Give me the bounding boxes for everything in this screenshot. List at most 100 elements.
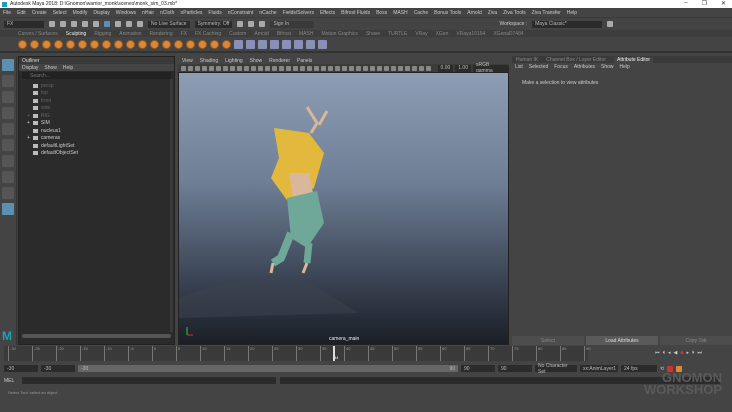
viewport-tool-icon[interactable]	[230, 65, 235, 71]
sculpt-brush-icon[interactable]	[198, 39, 207, 49]
shelf-tab-fx-caching[interactable]: FX Caching	[195, 31, 221, 37]
sculpt-brush-icon[interactable]	[54, 39, 63, 49]
shelf-tool-icon[interactable]	[318, 39, 327, 49]
viewport-tool-icon[interactable]	[328, 65, 333, 71]
character-set-dropdown[interactable]: No Character Set	[535, 363, 577, 375]
step-back-button[interactable]: ⏴	[663, 350, 666, 356]
outliner-item[interactable]: defaultObjectSet	[19, 150, 174, 158]
snap-point-icon[interactable]	[137, 21, 143, 27]
anim-end-field[interactable]: 90	[461, 365, 495, 372]
outliner-item[interactable]: defaultLightSet	[19, 142, 174, 150]
select-tool-icon[interactable]	[2, 59, 14, 71]
viewport-menu-lighting[interactable]: Lighting	[225, 58, 243, 64]
outliner-horizontal-scrollbar[interactable]	[22, 334, 171, 338]
shelf-tab-animation[interactable]: Animation	[119, 31, 141, 37]
shelf-tab-xgenad7484[interactable]: XGenaD7484	[493, 31, 523, 37]
close-button[interactable]: ✕	[721, 0, 726, 7]
viewport-tool-icon[interactable]	[321, 65, 326, 71]
outliner-item[interactable]: + SIM	[19, 120, 174, 128]
sculpt-brush-icon[interactable]	[150, 39, 159, 49]
sculpt-brush-icon[interactable]	[174, 39, 183, 49]
viewport-tool-icon[interactable]	[223, 65, 228, 71]
go-to-end-button[interactable]: ⏭	[697, 350, 702, 356]
menu-ncloth[interactable]: nCloth	[160, 10, 174, 16]
viewport-tool-icon[interactable]	[188, 65, 193, 71]
viewport-tool-icon[interactable]	[293, 65, 298, 71]
shelf-tab-rendering[interactable]: Rendering	[150, 31, 173, 37]
sculpt-brush-icon[interactable]	[18, 39, 27, 49]
outliner-search-input[interactable]: Search...	[22, 72, 171, 79]
end-time-field[interactable]: 90	[498, 365, 532, 372]
shelf-tab-arnold[interactable]: Arnold	[254, 31, 268, 37]
sculpt-brush-icon[interactable]	[114, 39, 123, 49]
prev-key-button[interactable]: ◂	[668, 350, 671, 356]
menu-ziva-tools[interactable]: Ziva Tools	[503, 10, 525, 16]
gamma-field[interactable]: 1.00	[455, 64, 471, 72]
open-scene-icon[interactable]	[60, 21, 66, 27]
snap-grid-icon[interactable]	[115, 21, 121, 27]
viewport-3d[interactable]: camera_main	[178, 72, 509, 345]
viewport-tool-icon[interactable]	[272, 65, 277, 71]
sculpt-brush-icon[interactable]	[102, 39, 111, 49]
viewport-tool-icon[interactable]	[265, 65, 270, 71]
menu-nhair[interactable]: nHair	[142, 10, 154, 16]
shelf-tab-curves-surfaces[interactable]: Curves / Surfaces	[18, 31, 58, 37]
viewport-tool-icon[interactable]	[258, 65, 263, 71]
attr-menu-focus[interactable]: Focus	[554, 64, 568, 70]
outliner-item[interactable]: top	[19, 90, 174, 98]
viewport-tool-icon[interactable]	[342, 65, 347, 71]
menu-fields-solvers[interactable]: Fields/Solvers	[283, 10, 314, 16]
viewport-tool-icon[interactable]	[363, 65, 368, 71]
viewport-menu-renderer[interactable]: Renderer	[269, 58, 290, 64]
rotate-tool-icon[interactable]	[2, 123, 14, 135]
snap-curve-icon[interactable]	[126, 21, 132, 27]
sculpt-brush-icon[interactable]	[78, 39, 87, 49]
step-forward-button[interactable]: ⏵	[692, 350, 695, 356]
shelf-tool-icon[interactable]	[270, 39, 279, 49]
viewport-tool-icon[interactable]	[405, 65, 410, 71]
menu-effects[interactable]: Effects	[320, 10, 335, 16]
tab-attribute-editor[interactable]: Attribute Editor	[614, 56, 654, 63]
menu-cache[interactable]: Cache	[414, 10, 428, 16]
viewport-tool-icon[interactable]	[349, 65, 354, 71]
outliner-menu-show[interactable]: Show	[44, 65, 57, 71]
menu-boss[interactable]: Boss	[376, 10, 387, 16]
attr-menu-show[interactable]: Show	[601, 64, 614, 70]
attr-menu-help[interactable]: Help	[620, 64, 630, 70]
single-pane-layout-icon[interactable]	[2, 171, 14, 183]
shelf-tab-mash[interactable]: MASH	[299, 31, 313, 37]
sculpt-brush-icon[interactable]	[90, 39, 99, 49]
tab-human-ik[interactable]: Human IK	[516, 57, 538, 63]
fps-dropdown[interactable]: 24 fps	[621, 365, 657, 372]
menu-help[interactable]: Help	[567, 10, 577, 16]
sculpt-brush-icon[interactable]	[30, 39, 39, 49]
viewport-tool-icon[interactable]	[391, 65, 396, 71]
tab-channel-box[interactable]: Channel Box / Layer Editor	[546, 57, 606, 63]
menu-nparticles[interactable]: nParticles	[180, 10, 202, 16]
menu-ziva[interactable]: Ziva	[488, 10, 497, 16]
viewport-tool-icon[interactable]	[384, 65, 389, 71]
menu-modify[interactable]: Modify	[73, 10, 88, 16]
menu-create[interactable]: Create	[32, 10, 47, 16]
viewport-tool-icon[interactable]	[370, 65, 375, 71]
menu-mash[interactable]: MASH	[393, 10, 407, 16]
render-settings-icon[interactable]	[259, 21, 266, 27]
shelf-tool-icon[interactable]	[306, 39, 315, 49]
play-backward-button[interactable]: ◀	[674, 350, 678, 356]
workspace-dropdown[interactable]: Maya Classic*	[532, 20, 603, 28]
outliner-layout-icon[interactable]	[2, 203, 14, 215]
viewport-menu-show[interactable]: Show	[250, 58, 263, 64]
viewport-tool-icon[interactable]	[307, 65, 312, 71]
shelf-tab-vray[interactable]: VRay	[415, 31, 427, 37]
expand-icon[interactable]: +	[27, 120, 30, 126]
shelf-tab-bifrost[interactable]: Bifrost	[277, 31, 291, 37]
lock-icon[interactable]	[607, 21, 614, 27]
shelf-tool-icon[interactable]	[234, 39, 243, 49]
shelf-tab-fx[interactable]: FX	[181, 31, 187, 37]
menu-ncache[interactable]: nCache	[259, 10, 276, 16]
outliner-menu-display[interactable]: Display	[22, 65, 38, 71]
viewport-tool-icon[interactable]	[377, 65, 382, 71]
viewport-tool-icon[interactable]	[356, 65, 361, 71]
outliner-item[interactable]: front	[19, 97, 174, 105]
lasso-tool-icon[interactable]	[2, 75, 14, 87]
